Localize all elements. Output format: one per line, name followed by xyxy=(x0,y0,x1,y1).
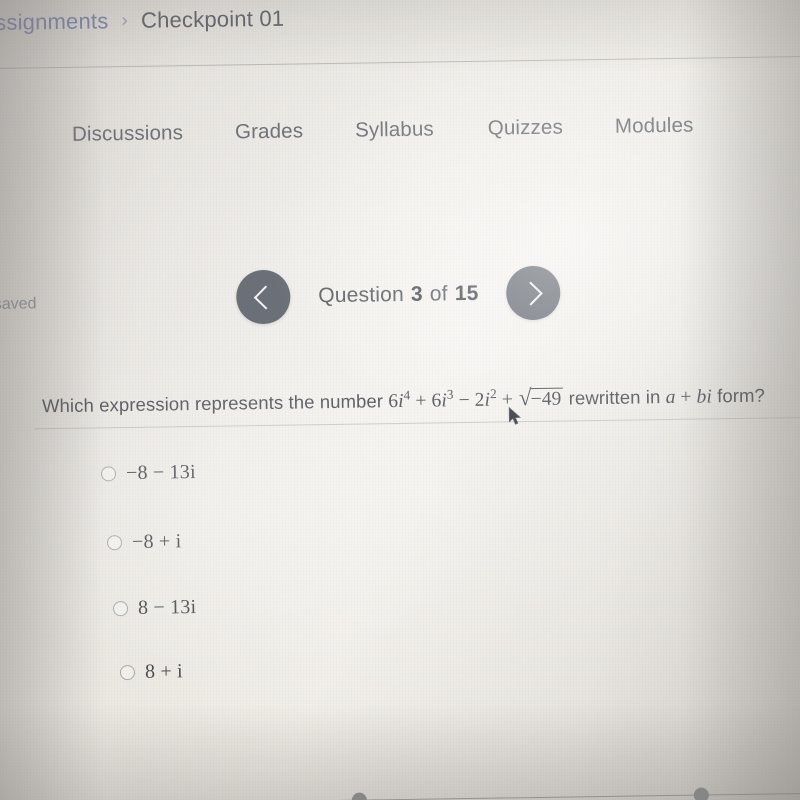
radio-button-b[interactable] xyxy=(106,535,123,551)
photographed-screen: Assignments › Checkpoint 01 nts Discussi… xyxy=(0,0,800,800)
progress-dot-3[interactable] xyxy=(693,787,709,800)
progress-track-line xyxy=(0,792,800,800)
question-counter-label: Question xyxy=(318,282,405,308)
tab-grades[interactable]: Grades xyxy=(235,119,303,144)
chevron-left-icon xyxy=(253,284,278,309)
next-question-button[interactable] xyxy=(506,265,561,321)
question-lead-text: Which expression represents the number xyxy=(41,390,384,417)
question-counter-total: 15 xyxy=(454,281,479,306)
answer-label-d: 8 + i xyxy=(144,660,183,683)
tab-syllabus[interactable]: Syllabus xyxy=(355,117,434,142)
question-form-plus: + xyxy=(680,386,692,408)
radio-button-a[interactable] xyxy=(100,466,117,482)
breadcrumb-separator-icon: › xyxy=(121,9,129,32)
answer-option-c[interactable]: 8 − 13i xyxy=(112,596,197,620)
chevron-right-icon xyxy=(518,281,544,306)
tab-modules[interactable]: Modules xyxy=(615,114,694,139)
tab-discussions[interactable]: Discussions xyxy=(72,121,183,147)
answer-label-a: −8 − 13i xyxy=(125,461,196,485)
question-tail-before: rewritten in xyxy=(568,386,661,409)
radio-button-c[interactable] xyxy=(112,601,129,617)
question-counter: Question 3 of 15 xyxy=(318,282,479,308)
progress-dot-2[interactable] xyxy=(351,792,368,800)
save-status-text: saved xyxy=(0,295,37,314)
question-form-a: a xyxy=(665,386,676,409)
square-root-icon: √−49 xyxy=(518,384,564,411)
tab-quizzes[interactable]: Quizzes xyxy=(488,116,563,141)
previous-question-button[interactable] xyxy=(235,269,291,325)
answer-label-b: −8 + i xyxy=(131,530,182,553)
answer-label-c: 8 − 13i xyxy=(137,596,197,619)
screen-content: Assignments › Checkpoint 01 nts Discussi… xyxy=(0,0,800,800)
answer-option-a[interactable]: −8 − 13i xyxy=(100,461,196,485)
question-expression: 6i4 + 6i3 − 2i2 + √−49 xyxy=(388,384,564,412)
question-counter-current: 3 xyxy=(410,282,424,306)
tab-assignments[interactable]: nts xyxy=(0,124,22,149)
radio-button-d[interactable] xyxy=(119,664,136,681)
breadcrumb-current-checkpoint: Checkpoint 01 xyxy=(140,5,285,33)
question-header: saved Question 3 of 15 xyxy=(0,262,800,345)
question-counter-of: of xyxy=(429,282,448,306)
question-tail-after: form? xyxy=(717,384,766,407)
question-navigation: Question 3 of 15 xyxy=(235,265,561,325)
breadcrumb: Assignments › Checkpoint 01 xyxy=(0,6,284,37)
answer-option-b[interactable]: −8 + i xyxy=(106,530,182,554)
breadcrumb-link-assignments[interactable]: Assignments xyxy=(0,8,109,36)
answer-option-d[interactable]: 8 + i xyxy=(119,660,183,684)
